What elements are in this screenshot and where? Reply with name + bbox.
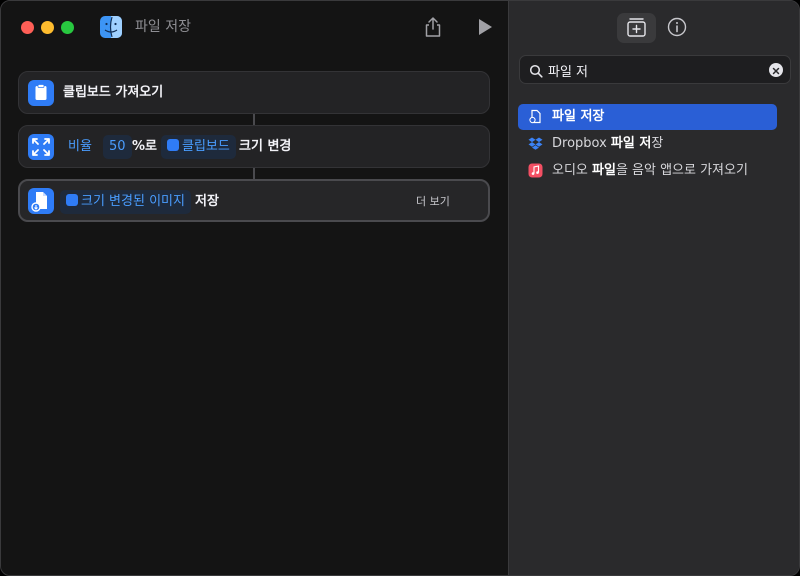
search-input[interactable] [548,60,763,80]
clear-search-icon[interactable] [769,63,783,77]
search-result-import-audio-to-music[interactable]: 오디오 파일을 음악 앱으로 가져오기 [518,158,777,184]
action-connector [253,168,255,179]
resize-percent-field[interactable]: 50 [103,135,132,159]
show-more-button[interactable]: 더 보기 [416,194,450,210]
search-result-dropbox-save-file[interactable]: Dropbox 파일 저장 [518,131,777,157]
share-icon[interactable] [423,16,443,38]
zoom-window-button[interactable] [61,21,74,34]
variable-label: 클립보드 [182,139,230,154]
resize-icon [28,134,54,160]
clipboard-icon [28,80,54,106]
close-window-button[interactable] [21,21,34,34]
result-label: 오디오 파일을 음악 앱으로 가져오기 [552,163,748,178]
search-icon [529,63,543,78]
variable-label: 크기 변경된 이미지 [81,194,185,209]
action-title: 클립보드 가져오기 [63,85,164,100]
action-resize-image[interactable]: 비율 50 %로 클립보드 크기 변경 [18,125,490,168]
resize-mode-token[interactable]: 비율 [62,135,98,159]
editor-pane: 파일 저장 클립보드 가져오기 비율 50 %로 클립보드 크기 변경 크기 변… [1,1,508,575]
file-icon [528,109,543,124]
finder-icon[interactable] [99,15,123,39]
minimize-window-button[interactable] [41,21,54,34]
music-icon [528,163,543,178]
result-label: 파일 저장 [552,109,605,124]
dropbox-icon [528,136,543,151]
action-save-file[interactable]: 크기 변경된 이미지 저장 더 보기 [18,179,490,222]
clipboard-variable-token[interactable]: 클립보드 [161,135,236,159]
action-connector [253,114,255,125]
action-get-clipboard[interactable]: 클립보드 가져오기 [18,71,490,114]
resize-suffix-label: 크기 변경 [239,139,292,154]
shortcuts-window: 파일 저장 클립보드 가져오기 비율 50 %로 클립보드 크기 변경 크기 변… [0,0,800,576]
save-file-icon [28,188,54,214]
resized-image-variable-token[interactable]: 크기 변경된 이미지 [60,190,191,214]
action-library-sidebar: 파일 저장 Dropbox 파일 저장 오디오 파일을 음악 앱으로 가져오기 [508,1,799,575]
search-result-save-file[interactable]: 파일 저장 [518,104,777,130]
save-verb-label: 저장 [195,194,219,209]
title-bar: 파일 저장 [1,1,508,53]
resize-mini-icon [66,194,78,206]
add-action-icon[interactable] [617,13,656,43]
play-icon[interactable] [477,18,493,36]
result-label: Dropbox 파일 저장 [552,136,664,151]
resize-unit-label: %로 [132,139,157,154]
action-search-field[interactable] [519,55,791,84]
clipboard-mini-icon [167,139,179,151]
window-title: 파일 저장 [135,19,191,35]
info-icon[interactable] [666,16,688,38]
